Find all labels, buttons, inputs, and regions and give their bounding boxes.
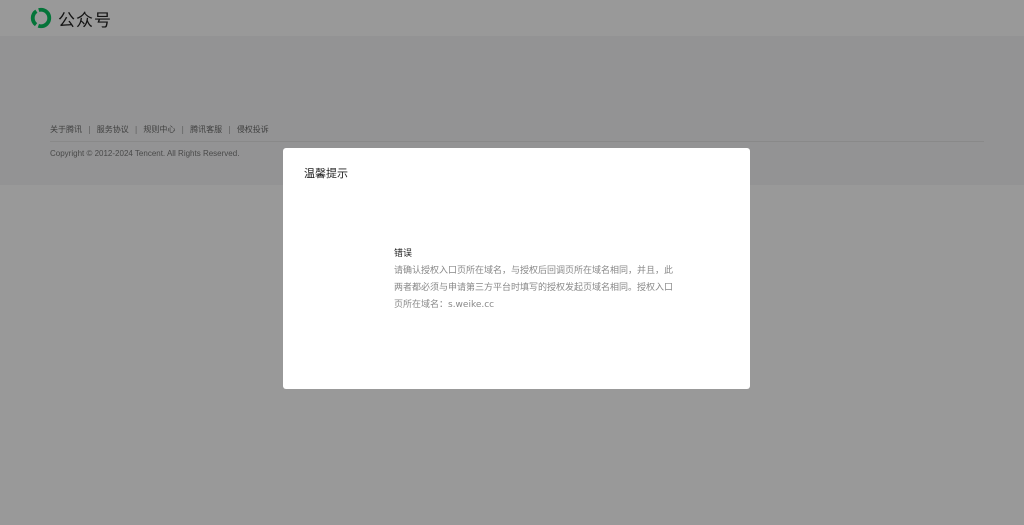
error-description: 请确认授权入口页所在域名，与授权后回调页所在域名相同，并且，此两者都必须与申请第… xyxy=(394,266,674,310)
dialog-title: 温馨提示 xyxy=(304,167,348,180)
error-title: 错误 xyxy=(394,249,413,259)
error-message: 错误 请确认授权入口页所在域名，与授权后回调页所在域名相同，并且，此两者都必须与… xyxy=(394,246,680,314)
notice-dialog: 温馨提示 错误 请确认授权入口页所在域名，与授权后回调页所在域名相同，并且，此两… xyxy=(283,148,750,389)
